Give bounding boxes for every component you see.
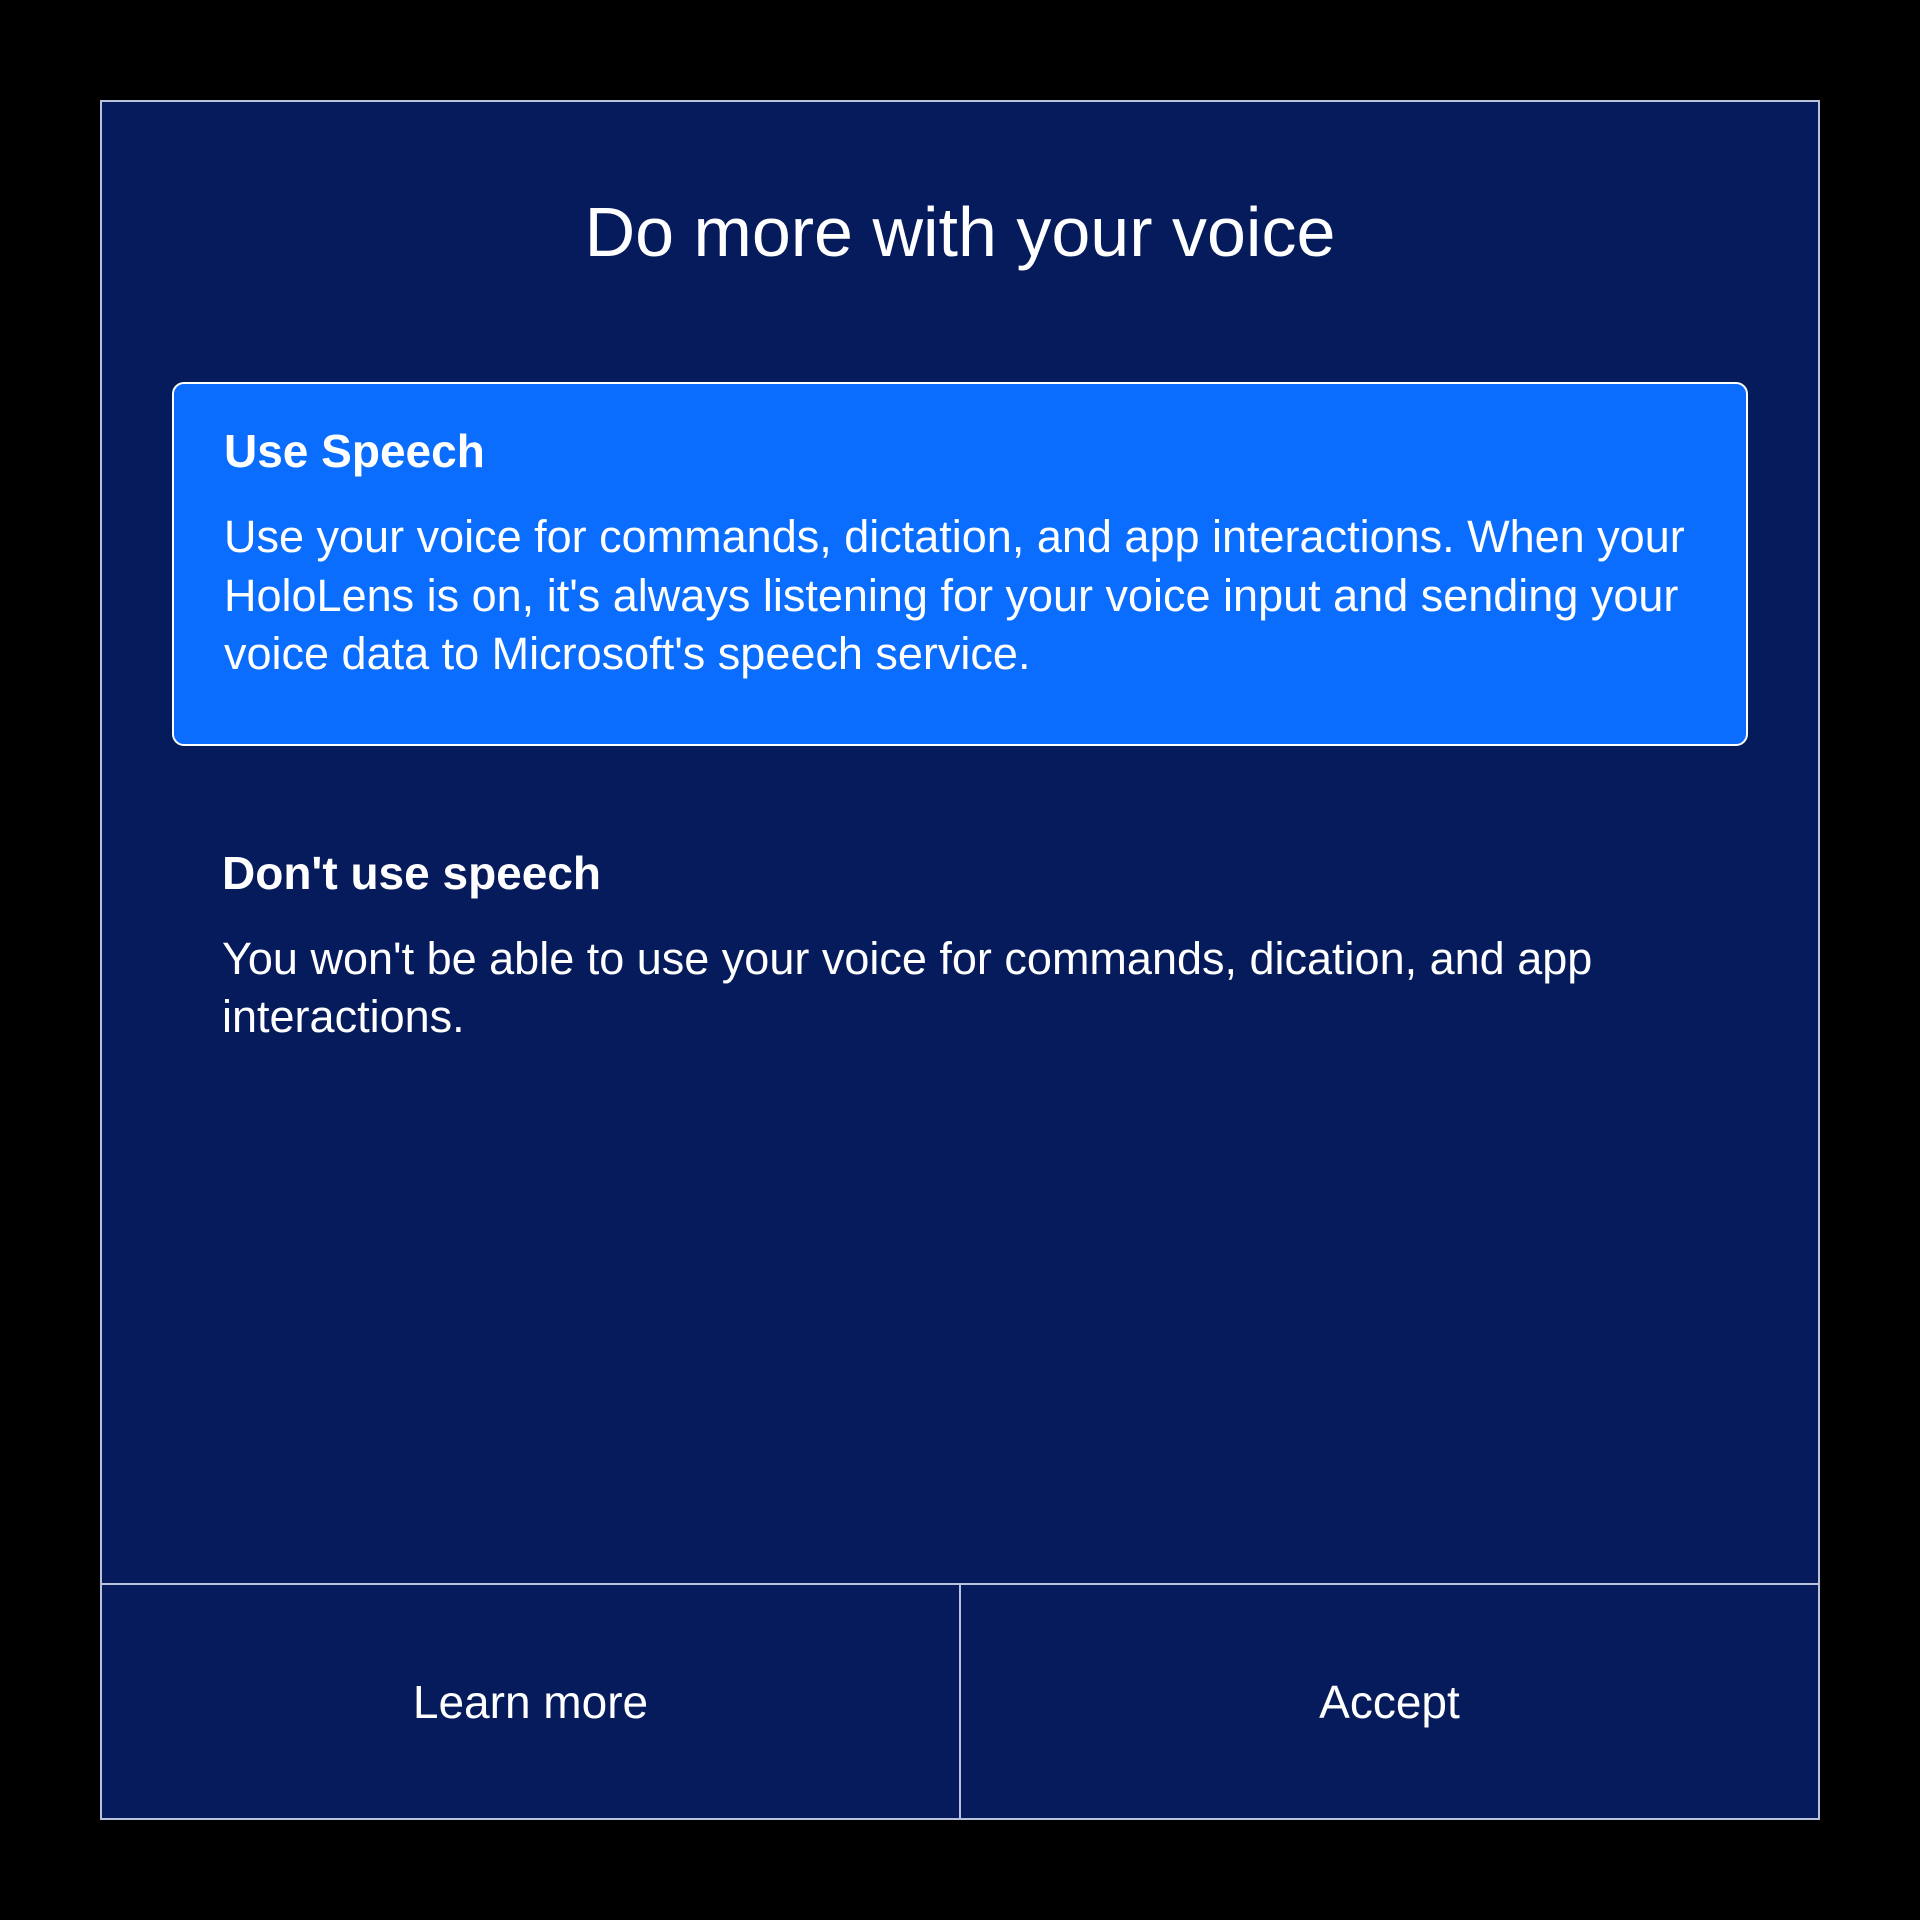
speech-settings-dialog: Do more with your voice Use Speech Use y…	[100, 100, 1820, 1820]
option-use-speech[interactable]: Use Speech Use your voice for commands, …	[172, 382, 1748, 746]
option-spacer	[162, 746, 1758, 806]
dialog-footer: Learn more Accept	[102, 1583, 1818, 1818]
option-dont-use-speech-title: Don't use speech	[222, 846, 1698, 900]
dialog-content: Do more with your voice Use Speech Use y…	[102, 102, 1818, 1583]
option-use-speech-description: Use your voice for commands, dictation, …	[224, 508, 1696, 684]
accept-button[interactable]: Accept	[961, 1585, 1818, 1818]
learn-more-button[interactable]: Learn more	[102, 1585, 961, 1818]
option-use-speech-title: Use Speech	[224, 424, 1696, 478]
option-dont-use-speech-description: You won't be able to use your voice for …	[222, 930, 1698, 1047]
option-dont-use-speech[interactable]: Don't use speech You won't be able to us…	[172, 806, 1748, 1107]
dialog-title: Do more with your voice	[162, 192, 1758, 272]
